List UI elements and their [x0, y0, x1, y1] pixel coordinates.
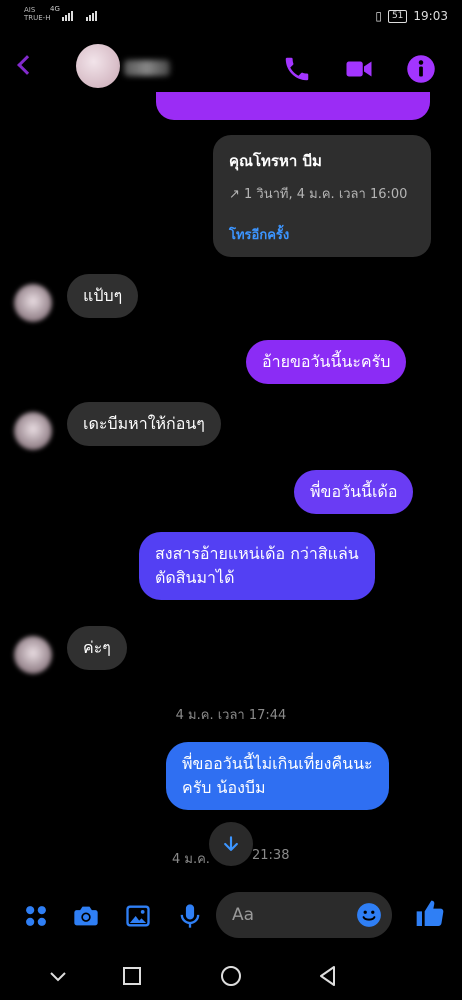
gallery-icon[interactable] [124, 902, 152, 930]
message-bubble-outgoing[interactable]: พี่ขออวันนี้ไม่เกินเที่ยงคืนนะ ครับ น้อง… [166, 742, 389, 810]
back-icon[interactable] [17, 55, 37, 75]
signal-icon-2 [86, 9, 97, 21]
carrier-2: TRUE-H [24, 14, 51, 22]
message-bubble-outgoing[interactable]: พี่ขอวันนี้เด้อ [294, 470, 414, 514]
scroll-to-bottom-button[interactable] [209, 822, 253, 866]
vibrate-icon: ▯ [375, 9, 382, 23]
recents-icon[interactable] [120, 964, 144, 988]
message-bubble-outgoing[interactable]: สงสารอ้ายแหน่เด้อ กว่าสิแล่น ตัดสินมาได้ [139, 532, 375, 600]
video-icon[interactable] [344, 54, 374, 84]
camera-icon[interactable] [72, 902, 100, 930]
arrow-down-icon [224, 836, 238, 851]
message-input[interactable]: Aa [216, 892, 392, 938]
message-line: ครับ น้องบีม [182, 778, 266, 797]
like-icon[interactable] [414, 898, 446, 930]
apps-icon[interactable] [22, 902, 50, 930]
chevron-down-icon[interactable] [46, 964, 70, 988]
call-subtitle: ↗ 1 วินาที, 4 ม.ค. เวลา 16:00 [229, 187, 408, 202]
home-icon[interactable] [219, 964, 243, 988]
battery-indicator: 51 [387, 9, 408, 23]
contact-name-blurred[interactable] [124, 60, 170, 76]
message-input-placeholder: Aa [232, 905, 255, 925]
timestamp-right: 21:38 [252, 848, 290, 863]
avatar[interactable] [14, 284, 52, 322]
message-bubble-outgoing[interactable]: อ้ายขอวันนี้นะครับ [246, 340, 407, 384]
call-title: คุณโทรหา บีม [229, 152, 322, 170]
avatar[interactable] [14, 412, 52, 450]
message-line: สงสารอ้ายแหน่เด้อ กว่าสิแล่น [155, 544, 359, 563]
signal-icon [62, 9, 73, 21]
previous-message-bubble [156, 92, 430, 120]
message-bubble-incoming[interactable]: เดะบีมหาให้ก่อนๆ [67, 402, 221, 446]
message-bubble-incoming[interactable]: แป้บๆ [67, 274, 139, 318]
phone-icon[interactable] [282, 54, 312, 84]
conversation-header [0, 38, 462, 100]
call-card: คุณโทรหา บีม ↗ 1 วินาที, 4 ม.ค. เวลา 16:… [213, 135, 431, 257]
carrier-labels: AIS TRUE-H [24, 6, 50, 22]
composer: Aa [0, 888, 462, 944]
avatar[interactable] [14, 636, 52, 674]
info-icon[interactable] [406, 54, 436, 84]
message-bubble-incoming[interactable]: ค่ะๆ [67, 626, 127, 670]
system-nav-bar [0, 950, 462, 1000]
call-again-link[interactable]: โทรอีกครั้ง [229, 224, 415, 245]
timestamp-left: 4 ม.ค. [172, 852, 210, 867]
emoji-icon[interactable] [356, 902, 382, 928]
message-line: ตัดสินมาได้ [155, 568, 235, 587]
back-nav-icon[interactable] [316, 964, 340, 988]
network-type: 4G [50, 5, 60, 13]
status-right: ▯ 51 19:03 [375, 9, 448, 23]
status-bar: AIS TRUE-H 4G ▯ 51 19:03 [0, 0, 462, 34]
message-line: พี่ขออวันนี้ไม่เกินเที่ยงคืนนะ [182, 754, 373, 773]
mic-icon[interactable] [176, 902, 204, 930]
timestamp: 4 ม.ค. เวลา 17:44 [175, 708, 287, 723]
contact-avatar[interactable] [76, 44, 120, 88]
carrier-1: AIS [24, 6, 36, 14]
clock: 19:03 [413, 9, 448, 23]
